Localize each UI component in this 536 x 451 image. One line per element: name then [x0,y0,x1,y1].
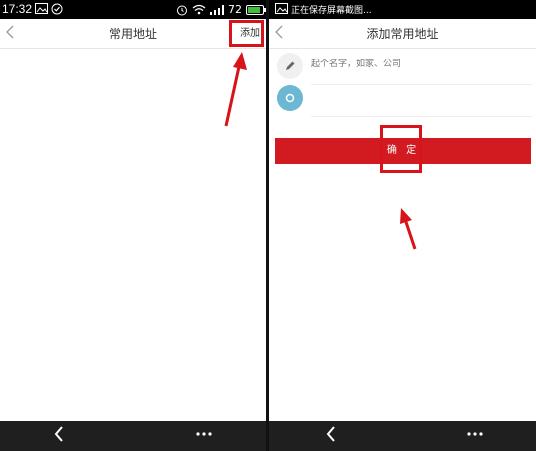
input-underline [311,116,532,117]
page-title: 常用地址 [108,27,157,41]
navbar: 常用地址 添加 [0,19,266,49]
annotation-arrow [400,208,417,250]
navbar: 添加常用地址 [269,19,536,49]
status-bar: 17:32 72 [0,0,266,19]
status-bar: 正在保存屏幕截图... [269,0,536,19]
pencil-icon [277,53,303,79]
more-dots-icon [196,432,212,436]
check-circle-icon [51,3,63,15]
more-button[interactable] [196,426,212,447]
status-notification: 正在保存屏幕截图... [291,6,372,16]
left-screen: 17:32 72 常用地址 添加 [0,0,266,451]
alarm-icon [177,5,187,15]
annotation-highlight-box [229,20,264,47]
more-dots-icon [467,432,483,436]
right-screen: 正在保存屏幕截图... 添加常用地址 确 定 [269,0,536,451]
status-right-group: 72 [176,3,266,16]
name-row [277,53,532,85]
more-button[interactable] [467,426,483,447]
battery-level: 72 [228,3,242,16]
annotation-arrow [224,52,247,127]
battery-icon [246,4,266,15]
wifi-icon [192,4,206,15]
address-input[interactable] [311,91,532,101]
page-title: 添加常用地址 [366,27,439,41]
back-arrow-icon [54,426,63,442]
name-input[interactable] [311,59,532,69]
annotation-highlight-box [380,125,422,173]
address-row [277,85,532,117]
signal-icon [210,4,224,15]
system-back-button[interactable] [326,426,336,446]
screenshot-icon [275,3,288,14]
system-back-button[interactable] [54,426,64,446]
bottom-nav-bar [0,421,266,451]
bottom-nav-bar [269,421,536,451]
image-icon [35,3,48,14]
back-arrow-icon [326,426,335,442]
location-icon [277,85,303,111]
status-time: 17:32 [2,2,33,16]
